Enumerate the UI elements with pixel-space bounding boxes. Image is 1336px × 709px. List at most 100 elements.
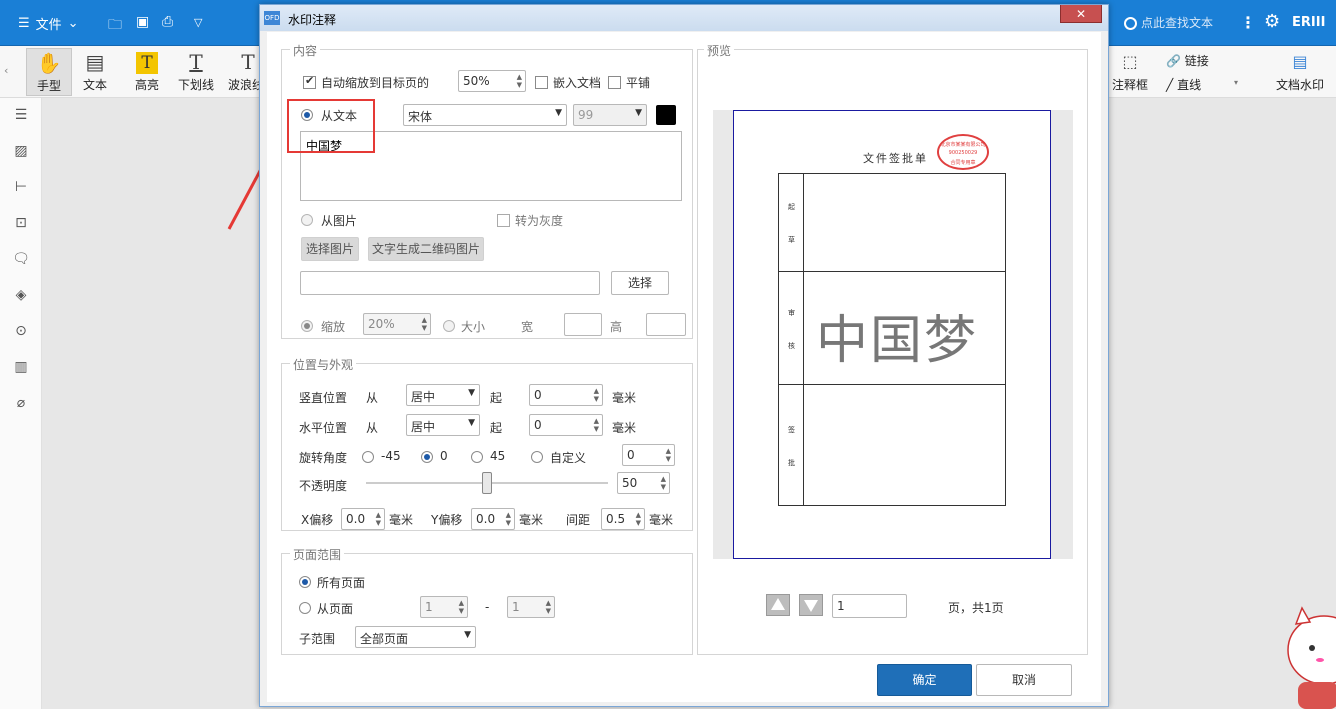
open-folder-icon[interactable]: 🗀 — [108, 14, 122, 38]
rotation-custom-spinner[interactable]: 0 ▲ ▼ — [622, 444, 675, 466]
file-menu[interactable]: ☰ 文件 ⌄ — [18, 14, 79, 33]
size-radio[interactable] — [443, 320, 455, 332]
row1-label-1: 起 — [788, 203, 795, 211]
print-icon[interactable]: ⎙ — [162, 14, 173, 30]
from-image-radio[interactable] — [301, 214, 313, 226]
watermark-dialog: OFD 水印注释 ✕ 内容 自动缩放到目标页的 50% ▲▼ 嵌入文档 平铺 从… — [259, 4, 1109, 707]
all-pages-radio[interactable] — [299, 576, 311, 588]
preview-table-row-line — [779, 271, 1005, 272]
scale-radio[interactable] — [301, 320, 313, 332]
auto-scale-spinner[interactable]: 50% ▲ ▼ — [458, 70, 526, 92]
annotation-box-label: 注释框 — [1111, 78, 1148, 92]
bookmark-icon[interactable]: ⊡ — [12, 214, 30, 232]
underline-tool-button[interactable]: T 下划线 — [172, 48, 220, 96]
ribbon-scroll-left-icon[interactable]: ‹ — [4, 64, 8, 77]
cancel-button[interactable]: 取消 — [976, 664, 1072, 696]
doc-watermark-button[interactable]: ▤ 文档水印 — [1268, 48, 1332, 96]
height-label: 高 — [610, 320, 623, 334]
rotation-minus45-radio[interactable] — [362, 451, 374, 463]
opacity-spinner[interactable]: 50 ▲ ▼ — [617, 472, 670, 494]
page-start-spinner[interactable]: 1 ▲ ▼ — [420, 596, 468, 618]
to-gray-label: 转为灰度 — [515, 214, 564, 228]
user-label[interactable]: ERIII — [1292, 15, 1325, 30]
dialog-title-bar[interactable]: OFD 水印注释 ✕ — [260, 5, 1108, 31]
spinner-arrows-icon: ▲ ▼ — [635, 511, 641, 527]
x-offset-spinner[interactable]: 0.0 ▲ ▼ — [341, 508, 385, 530]
more-options-icon[interactable]: ⋮ — [1240, 13, 1256, 32]
thumbnail-image-icon[interactable]: ▨ — [12, 142, 30, 160]
width-input[interactable] — [564, 313, 602, 336]
highlight-tool-button[interactable]: T 高亮 — [124, 48, 170, 96]
preview-page-input[interactable]: 1 — [832, 594, 907, 618]
x-offset-unit: 毫米 — [389, 513, 414, 527]
previous-page-button[interactable] — [766, 594, 790, 616]
auto-scale-checkbox[interactable] — [303, 74, 316, 89]
rotation-45-radio[interactable] — [471, 451, 483, 463]
ok-button[interactable]: 确定 — [877, 664, 972, 696]
y-offset-unit: 毫米 — [519, 513, 544, 527]
form-icon[interactable]: ▥ — [12, 358, 30, 376]
tile-checkbox[interactable] — [608, 76, 621, 89]
text-tool-button[interactable]: ▤ 文本 — [72, 48, 118, 96]
vertical-align-select[interactable]: 居中 ▼ — [406, 384, 480, 406]
rotation-0-radio[interactable] — [421, 451, 433, 463]
link-icon: 🔗 — [1166, 54, 1181, 68]
text-color-swatch[interactable] — [656, 105, 676, 125]
vertical-align-value: 居中 — [411, 390, 436, 404]
line-tool-button[interactable]: ╱ 直线 — [1166, 76, 1201, 93]
seal-icon[interactable]: ⊙ — [12, 322, 30, 340]
stamp-bottom-text: 合同专用章 — [950, 160, 976, 166]
row3-label-1: 签 — [788, 426, 795, 434]
preview-table-column-line — [803, 174, 804, 505]
scale-spinner[interactable]: 20% ▲ ▼ — [363, 313, 431, 335]
font-size-value: 99 — [578, 108, 594, 122]
page-end-spinner[interactable]: 1 ▲ ▼ — [507, 596, 555, 618]
search-placeholder: 点此查找文本 — [1141, 16, 1214, 30]
horizontal-from-label: 从 — [366, 421, 379, 435]
next-page-button[interactable] — [799, 594, 823, 616]
save-icon[interactable]: ▣ — [136, 14, 149, 30]
gear-icon[interactable]: ⚙ — [1264, 11, 1280, 32]
spinner-arrows-icon: ▲ ▼ — [458, 599, 464, 615]
width-label: 宽 — [521, 320, 534, 334]
hand-tool-button[interactable]: ✋ 手型 — [26, 48, 72, 96]
spinner-arrows-icon: ▲ ▼ — [593, 417, 599, 433]
rotation-custom-radio[interactable] — [531, 451, 543, 463]
y-offset-spinner[interactable]: 0.0 ▲ ▼ — [471, 508, 515, 530]
preview-table-row-line — [779, 384, 1005, 385]
rotation-0-label: 0 — [440, 449, 448, 463]
attachment-icon[interactable]: ⌀ — [12, 394, 30, 412]
hamburger-icon: ☰ — [18, 16, 30, 31]
shape-dropdown-icon[interactable]: ▾ — [1234, 78, 1238, 87]
tile-label: 平铺 — [626, 76, 651, 90]
close-button[interactable]: ✕ — [1060, 5, 1102, 23]
spinner-arrows-icon: ▲ ▼ — [665, 447, 671, 463]
outline-list-icon[interactable]: ☰ — [12, 106, 30, 124]
layers-icon[interactable]: ◈ — [12, 286, 30, 304]
row2-label-1: 审 — [788, 309, 795, 317]
embed-doc-checkbox[interactable] — [535, 76, 548, 89]
quick-access-dropdown-icon[interactable]: ▽ — [194, 16, 202, 29]
opacity-slider-thumb[interactable] — [482, 472, 492, 494]
choose-image-button[interactable]: 选择图片 — [301, 237, 359, 261]
choose-button[interactable]: 选择 — [611, 271, 669, 295]
to-gray-checkbox[interactable] — [497, 214, 510, 227]
generate-qr-button[interactable]: 文字生成二维码图片 — [368, 237, 484, 261]
horizontal-align-select[interactable]: 居中 ▼ — [406, 414, 480, 436]
vertical-offset-spinner[interactable]: 0 ▲ ▼ — [529, 384, 603, 406]
wavy-tool-button[interactable]: T 波浪线 — [228, 48, 262, 96]
height-input[interactable] — [646, 313, 686, 336]
from-page-radio[interactable] — [299, 602, 311, 614]
vertical-offset-value: 0 — [534, 388, 542, 402]
annotation-box-button[interactable]: ⬚ 注释框 — [1110, 48, 1150, 96]
font-size-select[interactable]: 99 ▼ — [573, 104, 647, 126]
comment-icon[interactable]: 🗨 — [12, 250, 30, 268]
horizontal-offset-spinner[interactable]: 0 ▲ ▼ — [529, 414, 603, 436]
structure-tree-icon[interactable]: ⊢ — [12, 178, 30, 196]
link-tool-button[interactable]: 🔗 链接 — [1166, 52, 1209, 69]
image-path-input[interactable] — [300, 271, 600, 295]
subrange-select[interactable]: 全部页面 ▼ — [355, 626, 476, 648]
spacing-spinner[interactable]: 0.5 ▲ ▼ — [601, 508, 645, 530]
font-select[interactable]: 宋体 ▼ — [403, 104, 567, 126]
search-box[interactable]: 点此查找文本 — [1124, 14, 1213, 31]
